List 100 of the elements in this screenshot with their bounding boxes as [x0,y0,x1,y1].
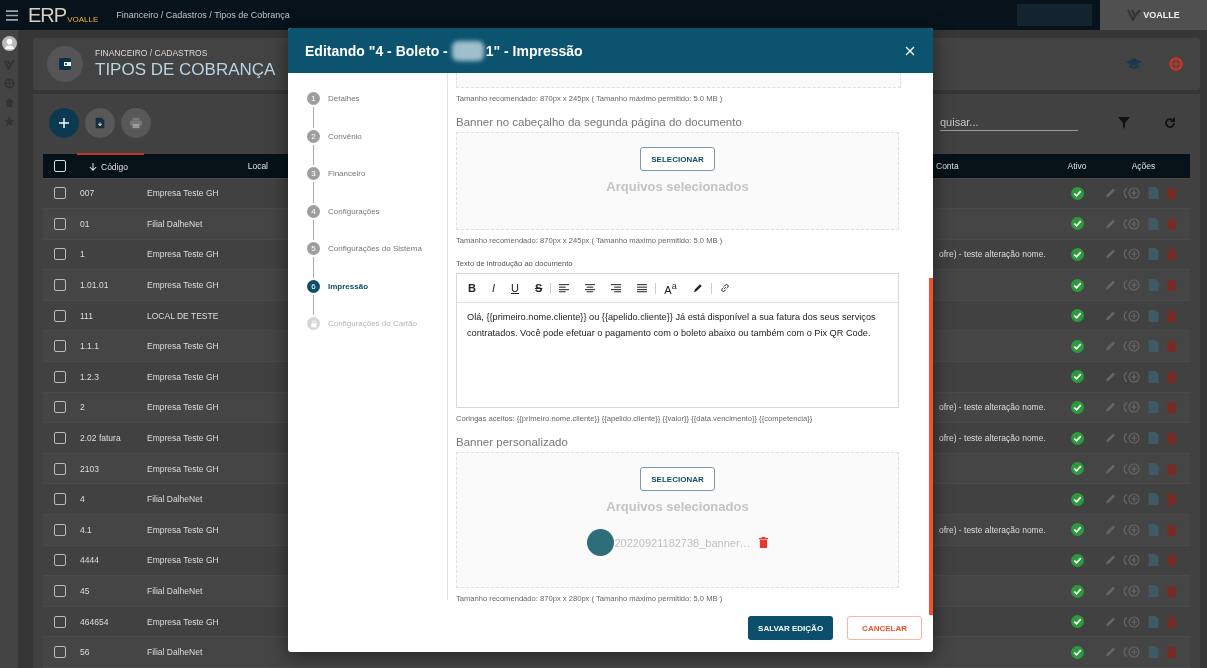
pencil-icon[interactable] [1105,585,1116,597]
pencil-icon[interactable] [1105,493,1116,506]
add-circle-icon[interactable] [1123,370,1141,383]
avatar-icon[interactable] [1,36,17,51]
pencil-icon[interactable] [1105,554,1116,567]
save-button[interactable]: SALVAR EDIÇÃO [748,616,834,640]
row-checkbox[interactable] [54,370,66,383]
step-tab[interactable]: Impressão [328,279,369,292]
row-checkbox[interactable] [54,340,66,353]
select-button[interactable]: SELECIONAR [640,147,715,171]
select-all-checkbox[interactable] [54,159,66,172]
add-circle-icon[interactable] [1123,401,1141,414]
file-icon[interactable] [1148,615,1159,628]
bold-button[interactable]: B [468,282,476,294]
close-icon[interactable] [905,45,915,56]
file-icon[interactable] [1148,370,1159,383]
row-checkbox[interactable] [54,217,66,230]
add-circle-icon[interactable] [1123,340,1141,353]
add-circle-icon[interactable] [1123,187,1141,200]
row-checkbox[interactable] [54,554,66,567]
trash-icon[interactable] [758,537,768,548]
search-field[interactable]: quisar... [940,114,1078,131]
row-checkbox[interactable] [54,462,66,475]
add-circle-icon[interactable] [1123,523,1141,536]
row-checkbox[interactable] [54,646,66,659]
add-circle-icon[interactable] [1123,585,1141,597]
add-circle-icon[interactable] [1123,432,1141,445]
step-tab[interactable]: Configurações [328,204,380,217]
scrollbar-thumb[interactable] [929,278,933,615]
cancel-button[interactable]: CANCELAR [847,616,922,640]
align-center-icon[interactable] [585,283,596,293]
add-circle-icon[interactable] [1123,615,1141,628]
step-tab[interactable]: Detalhes [328,92,360,104]
pencil-icon[interactable] [1105,646,1116,659]
row-checkbox[interactable] [54,279,66,292]
pencil-icon[interactable] [1105,340,1116,353]
step-tab[interactable]: Convênio [328,129,362,142]
menu-icon[interactable] [6,9,18,21]
file-icon[interactable] [1148,493,1159,506]
column-header[interactable]: Conta [936,153,1057,178]
pencil-icon[interactable] [1105,370,1116,383]
file-icon[interactable] [1148,187,1159,200]
pencil-icon[interactable] [1105,523,1116,536]
italic-button[interactable]: I [491,282,495,294]
pencil-icon[interactable] [1105,401,1116,414]
row-checkbox[interactable] [54,309,66,322]
align-left-icon[interactable] [559,283,570,293]
rich-text-editor[interactable] [456,273,899,408]
strikethrough-button[interactable]: S [534,282,543,294]
add-circle-icon[interactable] [1123,554,1141,567]
file-icon[interactable] [1148,432,1159,445]
pencil-icon[interactable] [1105,279,1116,292]
add-circle-icon[interactable] [1123,309,1141,322]
add-circle-icon[interactable] [1123,217,1141,230]
print-button[interactable] [121,107,151,138]
file-icon[interactable] [1148,585,1159,597]
file-icon[interactable] [1148,248,1159,261]
pencil-icon[interactable] [1105,309,1116,322]
add-circle-icon[interactable] [1123,646,1141,659]
file-icon[interactable] [1148,523,1159,536]
filter-icon[interactable] [1118,116,1130,129]
row-checkbox[interactable] [54,523,66,536]
file-icon[interactable] [1148,309,1159,322]
row-checkbox[interactable] [54,401,66,414]
pencil-icon[interactable] [1105,187,1116,200]
font-size-button[interactable]: A$^{a}$ [664,280,677,296]
row-checkbox[interactable] [54,432,66,445]
underline-button[interactable]: U [511,282,519,294]
row-checkbox[interactable] [54,493,66,506]
column-header[interactable]: Ações [1097,153,1190,178]
add-button[interactable] [49,107,79,138]
row-checkbox[interactable] [54,187,66,200]
pencil-icon[interactable] [1105,462,1116,475]
row-checkbox[interactable] [54,248,66,261]
select-button[interactable]: SELECIONAR [640,467,715,491]
column-header[interactable]: Ativo [1057,153,1097,178]
file-icon[interactable] [1148,554,1159,567]
add-circle-icon[interactable] [1123,462,1141,475]
column-header[interactable]: Código [77,152,144,179]
pencil-icon[interactable] [1105,432,1116,445]
pen-icon[interactable] [692,283,703,293]
add-circle-icon[interactable] [1123,279,1141,292]
pencil-icon[interactable] [1105,217,1116,230]
file-icon[interactable] [1148,401,1159,414]
align-right-icon[interactable] [611,283,622,293]
refresh-icon[interactable] [1164,116,1176,129]
file-icon[interactable] [1148,646,1159,659]
pencil-icon[interactable] [1105,248,1116,261]
column-header[interactable]: Local [144,153,284,178]
lifebuoy-icon[interactable] [1168,56,1184,71]
row-checkbox[interactable] [54,615,66,628]
add-circle-icon[interactable] [1123,248,1141,261]
file-icon[interactable] [1148,462,1159,475]
add-circle-icon[interactable] [1123,493,1141,506]
file-icon[interactable] [1148,217,1159,230]
graduation-cap-icon[interactable] [1126,56,1142,71]
row-checkbox[interactable] [54,585,66,597]
pencil-icon[interactable] [1105,615,1116,628]
link-icon[interactable] [719,283,730,293]
justify-icon[interactable] [637,283,648,293]
